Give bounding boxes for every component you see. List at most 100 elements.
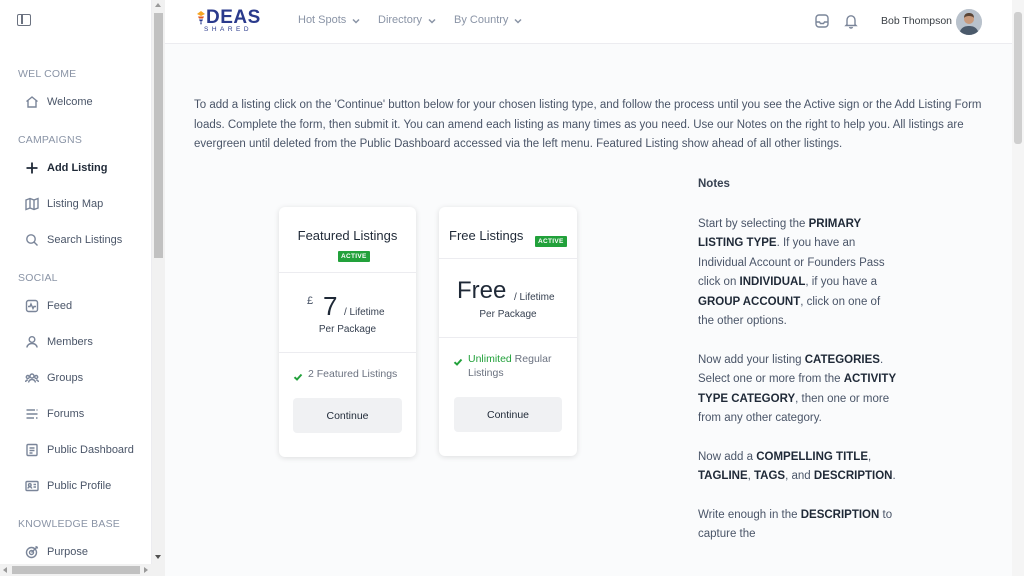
sidebar-item-groups[interactable]: Groups	[25, 371, 83, 385]
chevron-down-icon	[514, 16, 522, 24]
section-social: SOCIAL	[18, 272, 58, 284]
horizontal-scroll-thumb[interactable]	[12, 566, 140, 574]
bell-icon[interactable]	[843, 13, 859, 29]
price-unit: / Lifetime	[344, 307, 385, 318]
badge-label: ACTIVE	[338, 251, 370, 262]
sidebar-item-label: Feed	[47, 300, 73, 312]
top-header: DEAS SHARED Hot Spots Directory By Count…	[165, 0, 1012, 44]
sidebar-item-label: Forums	[47, 408, 85, 420]
sidebar-toggle-icon[interactable]	[17, 14, 31, 26]
sidebar-item-forums[interactable]: Forums	[25, 407, 84, 421]
price-value: 7	[323, 291, 338, 321]
nav-directory[interactable]: Directory	[378, 14, 436, 26]
card-title: Free Listings	[449, 228, 524, 243]
featured-listings-card: Featured Listings ACTIVE £ 7 / Lifetime …	[279, 207, 416, 457]
price-value: Free	[457, 277, 507, 304]
scroll-down-arrow-icon[interactable]	[155, 555, 161, 559]
free-continue-button[interactable]: Continue	[454, 397, 562, 432]
nav-label: By Country	[454, 14, 509, 26]
sidebar-item-label: Welcome	[47, 96, 93, 108]
per-package: Per Package	[479, 309, 537, 320]
sidebar-horizontal-scrollbar[interactable]	[0, 564, 165, 576]
chevron-down-icon	[352, 16, 360, 24]
lightbulb-logo-icon	[197, 11, 205, 25]
logo-subtitle: SHARED	[204, 26, 253, 33]
intro-text: To add a listing click on the 'Continue'…	[194, 99, 982, 150]
sidebar-item-welcome[interactable]: Welcome	[25, 95, 93, 109]
search-icon	[25, 233, 39, 247]
id-card-icon	[25, 479, 39, 493]
nav-label: Directory	[378, 14, 423, 26]
scroll-up-arrow-icon[interactable]	[155, 3, 161, 7]
active-badge: ACTIVE	[338, 245, 370, 263]
nav-hot-spots[interactable]: Hot Spots	[298, 14, 360, 26]
nav-by-country[interactable]: By Country	[454, 14, 522, 26]
sidebar-item-label: Add Listing	[47, 162, 108, 174]
users-icon	[25, 371, 39, 385]
user-name[interactable]: Bob Thompson	[881, 15, 952, 27]
sidebar-scrollbar[interactable]	[152, 0, 165, 564]
target-icon	[25, 545, 39, 559]
sidebar-item-search-listings[interactable]: Search Listings	[25, 233, 122, 247]
notes-panel: Notes Start by selecting the PRIMARY LIS…	[698, 175, 898, 564]
sidebar-item-label: Listing Map	[47, 198, 104, 210]
featured-continue-button[interactable]: Continue	[293, 398, 402, 433]
price-currency: £	[307, 295, 314, 307]
sidebar: WEL COME Welcome CAMPAIGNS Add Listing L…	[0, 0, 152, 564]
nav-label: Hot Spots	[298, 14, 347, 26]
inbox-icon[interactable]	[814, 13, 830, 29]
sidebar-scroll-thumb[interactable]	[154, 13, 163, 258]
check-icon	[453, 354, 463, 366]
notes-title: Notes	[698, 178, 730, 190]
notes-paragraph: Now add a COMPELLING TITLE, TAGLINE, TAG…	[698, 450, 896, 483]
page-scroll-thumb[interactable]	[1014, 12, 1022, 144]
sidebar-item-label: Groups	[47, 372, 84, 384]
sidebar-item-label: Purpose	[47, 546, 88, 558]
chevron-down-icon	[428, 16, 436, 24]
map-icon	[25, 197, 39, 211]
section-knowledge-base: KNOWLEDGE BASE	[18, 518, 120, 530]
section-welcome: WEL COME	[18, 68, 77, 80]
home-icon	[25, 95, 39, 109]
sidebar-item-label: Public Profile	[47, 480, 112, 492]
card-divider	[279, 272, 416, 273]
user-icon	[25, 335, 39, 349]
feature-description: 2 Featured Listings	[308, 368, 398, 380]
sidebar-item-listing-map[interactable]: Listing Map	[25, 197, 103, 211]
page-scrollbar[interactable]	[1012, 0, 1024, 576]
list-icon	[25, 407, 39, 421]
section-campaigns: CAMPAIGNS	[18, 134, 83, 146]
avatar[interactable]	[956, 9, 982, 35]
sidebar-item-purpose[interactable]: Purpose	[25, 545, 88, 559]
feature-text: Unlimited Regular Listings	[468, 352, 568, 380]
sidebar-item-label: Public Dashboard	[47, 444, 134, 456]
card-divider	[439, 337, 577, 338]
feature-highlight: Unlimited	[468, 353, 512, 365]
free-listings-card: Free Listings ACTIVE Free / Lifetime Per…	[439, 207, 577, 456]
sidebar-item-add-listing[interactable]: Add Listing	[25, 161, 108, 175]
scroll-right-arrow-icon[interactable]	[144, 567, 148, 573]
badge-label: ACTIVE	[535, 236, 567, 247]
price-unit: / Lifetime	[514, 292, 555, 303]
scroll-left-arrow-icon[interactable]	[3, 567, 7, 573]
card-divider	[439, 258, 577, 259]
active-badge: ACTIVE	[535, 230, 567, 248]
notes-paragraph: Write enough in the DESCRIPTION to captu…	[698, 508, 893, 541]
sidebar-item-label: Members	[47, 336, 93, 348]
feature-text: 2 Featured Listings	[308, 367, 408, 381]
ideas-shared-logo[interactable]: DEAS SHARED	[196, 7, 266, 37]
check-icon	[293, 369, 303, 381]
per-package: Per Package	[318, 324, 377, 335]
sidebar-item-public-profile[interactable]: Public Profile	[25, 479, 111, 493]
sidebar-item-public-dashboard[interactable]: Public Dashboard	[25, 443, 134, 457]
notes-paragraph: Start by selecting the PRIMARY LISTING T…	[698, 217, 885, 328]
sidebar-item-label: Search Listings	[47, 234, 123, 246]
document-icon	[25, 443, 39, 457]
sidebar-item-members[interactable]: Members	[25, 335, 93, 349]
activity-icon	[25, 299, 39, 313]
card-title: Featured Listings	[297, 228, 398, 243]
plus-icon	[25, 161, 39, 175]
sidebar-item-feed[interactable]: Feed	[25, 299, 72, 313]
logo-word: DEAS	[206, 7, 261, 28]
notes-paragraph: Now add your listing CATEGORIES. Select …	[698, 353, 896, 425]
